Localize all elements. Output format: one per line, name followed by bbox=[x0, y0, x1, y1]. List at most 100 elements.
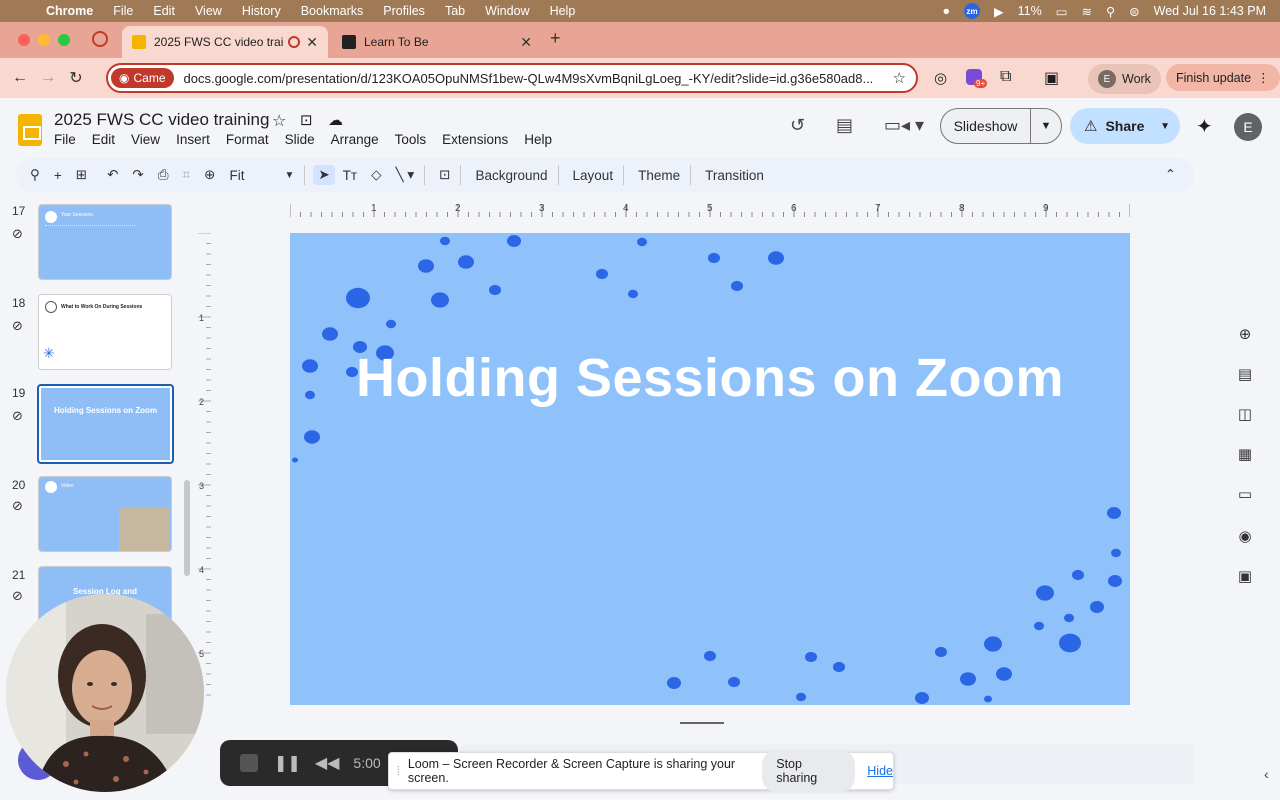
tab-learn-to-be[interactable]: Learn To Be ✕ bbox=[332, 26, 542, 58]
reload-icon[interactable]: ↻ bbox=[62, 64, 90, 92]
wifi-icon[interactable]: ≋ bbox=[1082, 4, 1092, 19]
undo-icon[interactable]: ↶ bbox=[107, 167, 118, 183]
slideshow-dropdown-icon[interactable]: ▼ bbox=[1031, 120, 1061, 132]
profile-button[interactable]: E Work bbox=[1088, 64, 1161, 94]
play-icon[interactable]: ▶ bbox=[994, 4, 1004, 19]
record-icon[interactable]: ◉ bbox=[1228, 522, 1262, 550]
control-center-icon[interactable]: ⊜ bbox=[1129, 4, 1139, 19]
hide-banner-link[interactable]: Hide bbox=[867, 764, 893, 778]
zoom-select[interactable]: Fit bbox=[229, 168, 244, 183]
share-dropdown-icon[interactable]: ▼ bbox=[1160, 121, 1170, 132]
account-avatar[interactable]: E bbox=[1234, 113, 1262, 141]
extension-badge-icon[interactable]: 9+ bbox=[964, 67, 988, 89]
menubar-history[interactable]: History bbox=[242, 4, 281, 18]
new-slide-icon[interactable]: + bbox=[54, 168, 62, 183]
menubar-clock[interactable]: Wed Jul 16 1:43 PM bbox=[1154, 4, 1266, 18]
recording-icon[interactable] bbox=[92, 31, 108, 47]
contacts-icon[interactable]: ▦ bbox=[1228, 440, 1262, 468]
slideshow-label[interactable]: Slideshow bbox=[941, 109, 1031, 143]
zoom-dropdown-icon[interactable]: ▼ bbox=[284, 170, 294, 181]
menu-slide[interactable]: Slide bbox=[285, 132, 315, 147]
extension-lens-icon[interactable]: ◎ bbox=[934, 69, 947, 87]
menubar-profiles[interactable]: Profiles bbox=[383, 4, 425, 18]
version-history-icon[interactable]: ↺ bbox=[790, 115, 805, 136]
menubar-app-name[interactable]: Chrome bbox=[46, 4, 93, 18]
keep-icon[interactable]: ▤ bbox=[1228, 360, 1262, 388]
layout-button[interactable]: Layout bbox=[573, 168, 614, 183]
gemini-sparkle-icon[interactable]: ✦ bbox=[1196, 114, 1213, 139]
slide-thumbnail-20[interactable]: Video bbox=[38, 476, 172, 552]
zoom-icon[interactable]: ⊕ bbox=[204, 167, 215, 183]
video-icon[interactable]: ▣ bbox=[1228, 562, 1262, 590]
link-icon[interactable]: ⊘ bbox=[12, 408, 23, 424]
transition-button[interactable]: Transition bbox=[705, 168, 764, 183]
url-text[interactable]: docs.google.com/presentation/d/123KOA05O… bbox=[184, 71, 884, 86]
menu-insert[interactable]: Insert bbox=[176, 132, 210, 147]
finish-update-button[interactable]: Finish update ⋮ bbox=[1166, 64, 1280, 91]
address-bar[interactable]: ◉ Came docs.google.com/presentation/d/12… bbox=[106, 63, 918, 93]
menu-file[interactable]: File bbox=[54, 132, 76, 147]
link-icon[interactable]: ⊘ bbox=[12, 318, 23, 334]
share-button[interactable]: ⚠ Share ▼ bbox=[1070, 108, 1180, 144]
shape-icon[interactable]: ◇ bbox=[371, 167, 381, 183]
menubar-tab[interactable]: Tab bbox=[445, 4, 465, 18]
paint-format-icon[interactable]: ⌗ bbox=[183, 167, 191, 183]
link-icon[interactable]: ⊘ bbox=[12, 588, 23, 604]
menubar-file[interactable]: File bbox=[113, 4, 133, 18]
pause-icon[interactable]: ❚❚ bbox=[274, 753, 301, 773]
document-title[interactable]: 2025 FWS CC video training bbox=[54, 110, 269, 130]
menubar-window[interactable]: Window bbox=[485, 4, 529, 18]
cast-icon[interactable]: ▣ bbox=[1044, 68, 1059, 88]
slide-thumbnail-17[interactable]: Your Sessions bbox=[38, 204, 172, 280]
slide-thumbnail-19[interactable]: Holding Sessions on Zoom bbox=[37, 384, 174, 464]
search-icon[interactable]: ⚲ bbox=[1106, 4, 1115, 19]
battery-icon[interactable]: ▭ bbox=[1056, 4, 1068, 19]
comments-icon[interactable]: ▤ bbox=[836, 115, 853, 136]
menubar-bookmarks[interactable]: Bookmarks bbox=[301, 4, 364, 18]
menu-extensions[interactable]: Extensions bbox=[442, 132, 508, 147]
close-tab-icon[interactable]: ✕ bbox=[306, 34, 318, 51]
zoom-status-icon[interactable]: zm bbox=[964, 3, 980, 19]
bookmark-star-icon[interactable]: ☆ bbox=[893, 69, 906, 87]
text-box-icon[interactable]: Tт bbox=[343, 168, 357, 183]
slide-thumbnail-18[interactable]: What to Work On During Sessions ✳ bbox=[38, 294, 172, 370]
select-cursor-icon[interactable]: ➤ bbox=[313, 165, 335, 185]
close-tab-icon[interactable]: ✕ bbox=[520, 34, 532, 51]
link-icon[interactable]: ⊘ bbox=[12, 498, 23, 514]
menubar-help[interactable]: Help bbox=[550, 4, 576, 18]
slides-logo-icon[interactable] bbox=[18, 114, 42, 146]
back-icon[interactable]: ← bbox=[6, 64, 34, 92]
window-minimize-button[interactable] bbox=[38, 34, 50, 46]
tasks-icon[interactable]: ◫ bbox=[1228, 400, 1262, 428]
slide-add-icon[interactable]: ⊕ bbox=[1228, 320, 1262, 348]
menu-help[interactable]: Help bbox=[524, 132, 552, 147]
stop-recording-icon[interactable] bbox=[240, 754, 258, 772]
slide-title[interactable]: Holding Sessions on Zoom bbox=[290, 347, 1130, 409]
notes-drag-handle[interactable] bbox=[680, 722, 724, 724]
drag-handle-icon[interactable]: ⦙ bbox=[397, 764, 400, 779]
tab-slides[interactable]: 2025 FWS CC video traini ✕ bbox=[122, 26, 328, 58]
menu-view[interactable]: View bbox=[131, 132, 160, 147]
print-icon[interactable]: ⎙ bbox=[158, 167, 169, 183]
slide-canvas[interactable]: Holding Sessions on Zoom bbox=[290, 233, 1130, 705]
menu-arrange[interactable]: Arrange bbox=[331, 132, 379, 147]
menu-tools[interactable]: Tools bbox=[395, 132, 427, 147]
restart-icon[interactable]: ◀◀ bbox=[315, 753, 340, 773]
filmstrip-scrollbar[interactable] bbox=[184, 480, 190, 576]
move-folder-icon[interactable]: ⊡ bbox=[300, 111, 313, 129]
redo-icon[interactable]: ↷ bbox=[132, 167, 143, 183]
cloud-status-icon[interactable]: ☁ bbox=[328, 111, 343, 129]
menu-edit[interactable]: Edit bbox=[92, 132, 115, 147]
menubar-edit[interactable]: Edit bbox=[153, 4, 175, 18]
slideshow-button[interactable]: Slideshow ▼ bbox=[940, 108, 1062, 144]
menubar-view[interactable]: View bbox=[195, 4, 222, 18]
mic-icon[interactable]: ● bbox=[942, 4, 950, 18]
theme-button[interactable]: Theme bbox=[638, 168, 680, 183]
new-tab-icon[interactable]: + bbox=[550, 28, 561, 49]
star-icon[interactable]: ☆ bbox=[272, 111, 286, 131]
link-icon[interactable]: ⊘ bbox=[12, 226, 23, 242]
menu-format[interactable]: Format bbox=[226, 132, 269, 147]
background-button[interactable]: Background bbox=[475, 168, 547, 183]
line-icon[interactable]: ╲ ▾ bbox=[396, 167, 415, 183]
new-slide-layout-icon[interactable]: ⊞ bbox=[76, 167, 87, 183]
